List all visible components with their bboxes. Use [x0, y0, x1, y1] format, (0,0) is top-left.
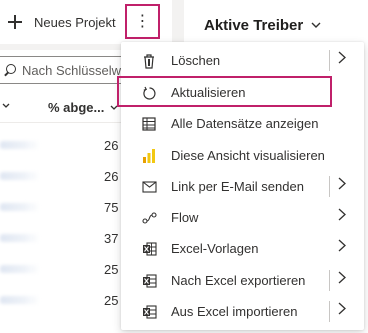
column-header-label: % abge... [48, 100, 105, 115]
trash-icon [141, 53, 157, 69]
grid-column-header[interactable]: % abge... [0, 96, 140, 122]
submenu-divider [329, 50, 330, 71]
blurred-name [0, 265, 40, 273]
column-percent-complete[interactable]: % abge... [48, 100, 118, 115]
more-vertical-icon: ⋮ [134, 12, 151, 30]
menu-item-email-link[interactable]: Link per E-Mail senden [121, 171, 364, 202]
menu-item-label: Link per E-Mail senden [171, 179, 304, 194]
plus-icon [8, 15, 22, 29]
table-row[interactable]: 37 [0, 223, 140, 255]
excel-template-icon [141, 241, 157, 257]
chart-icon [141, 148, 157, 164]
view-selector[interactable]: Aktive Treiber [204, 17, 321, 34]
new-project-label: Neues Projekt [34, 14, 116, 30]
menu-item-excel-templates[interactable]: Excel-Vorlagen [121, 233, 364, 264]
table-icon [141, 116, 157, 132]
command-bar: Neues Projekt ⋮ [0, 0, 172, 44]
more-commands-button[interactable]: ⋮ [125, 4, 160, 39]
blurred-name [0, 296, 40, 304]
menu-item-label: Alle Datensätze anzeigen [171, 116, 319, 131]
new-project-button[interactable]: Neues Projekt [8, 10, 116, 34]
chevron-right-icon[interactable] [338, 239, 346, 255]
chevron-down-icon [2, 101, 10, 112]
table-row[interactable]: 25 [0, 254, 140, 286]
blurred-name [0, 172, 40, 180]
menu-item-label: Excel-Vorlagen [171, 241, 259, 256]
table-row[interactable]: 26 [0, 161, 140, 193]
blurred-name [0, 234, 40, 242]
email-link-icon [141, 179, 157, 195]
chevron-right-icon[interactable] [338, 271, 346, 287]
menu-item-label: Löschen [171, 53, 221, 68]
chevron-right-icon[interactable] [338, 177, 346, 193]
menu-item-label: Flow [171, 210, 199, 225]
view-title: Aktive Treiber [204, 17, 304, 34]
menu-item-import-excel[interactable]: Aus Excel importieren [121, 296, 364, 327]
percent-value: 37 [104, 231, 119, 246]
menu-item-label: Diese Ansicht visualisieren [171, 148, 325, 163]
flow-icon [141, 210, 157, 226]
chevron-down-icon [110, 105, 118, 110]
search-icon [4, 64, 16, 76]
percent-value: 25 [104, 262, 119, 277]
percent-value: 75 [104, 200, 119, 215]
menu-item-show-all-records[interactable]: Alle Datensätze anzeigen [121, 108, 364, 139]
chevron-right-icon[interactable] [338, 302, 346, 318]
percent-value: 25 [104, 293, 119, 308]
table-row[interactable]: 75 [0, 192, 140, 224]
blurred-name [0, 141, 40, 149]
percent-value: 26 [104, 169, 119, 184]
chevron-right-icon[interactable] [338, 208, 346, 224]
menu-item-label: Aktualisieren [171, 85, 246, 100]
excel-import-icon [141, 304, 157, 320]
submenu-divider [329, 270, 330, 291]
menu-item-export-excel[interactable]: Nach Excel exportieren [121, 265, 364, 296]
percent-value: 26 [104, 138, 119, 153]
refresh-icon [141, 85, 157, 101]
header-divider [0, 122, 140, 123]
table-row[interactable]: 26 [0, 130, 140, 162]
more-commands-menu: Löschen Aktualisieren Alle Datensätze an… [117, 42, 364, 330]
menu-item-label: Aus Excel importieren [171, 304, 298, 319]
menu-item-refresh[interactable]: Aktualisieren [117, 76, 364, 108]
blurred-name [0, 203, 40, 211]
menu-item-label: Nach Excel exportieren [171, 273, 306, 288]
submenu-divider [329, 176, 330, 197]
chevron-right-icon[interactable] [338, 51, 346, 67]
chevron-down-icon [311, 20, 321, 32]
submenu-divider [329, 301, 330, 322]
table-row[interactable]: 25 [0, 285, 140, 317]
menu-item-flow[interactable]: Flow [121, 202, 364, 233]
search-input[interactable]: Nach Schlüsselwort filtern [0, 56, 140, 84]
menu-item-delete[interactable]: Löschen [121, 45, 364, 76]
menu-item-visualize-view[interactable]: Diese Ansicht visualisieren [121, 140, 364, 171]
excel-export-icon [141, 273, 157, 289]
